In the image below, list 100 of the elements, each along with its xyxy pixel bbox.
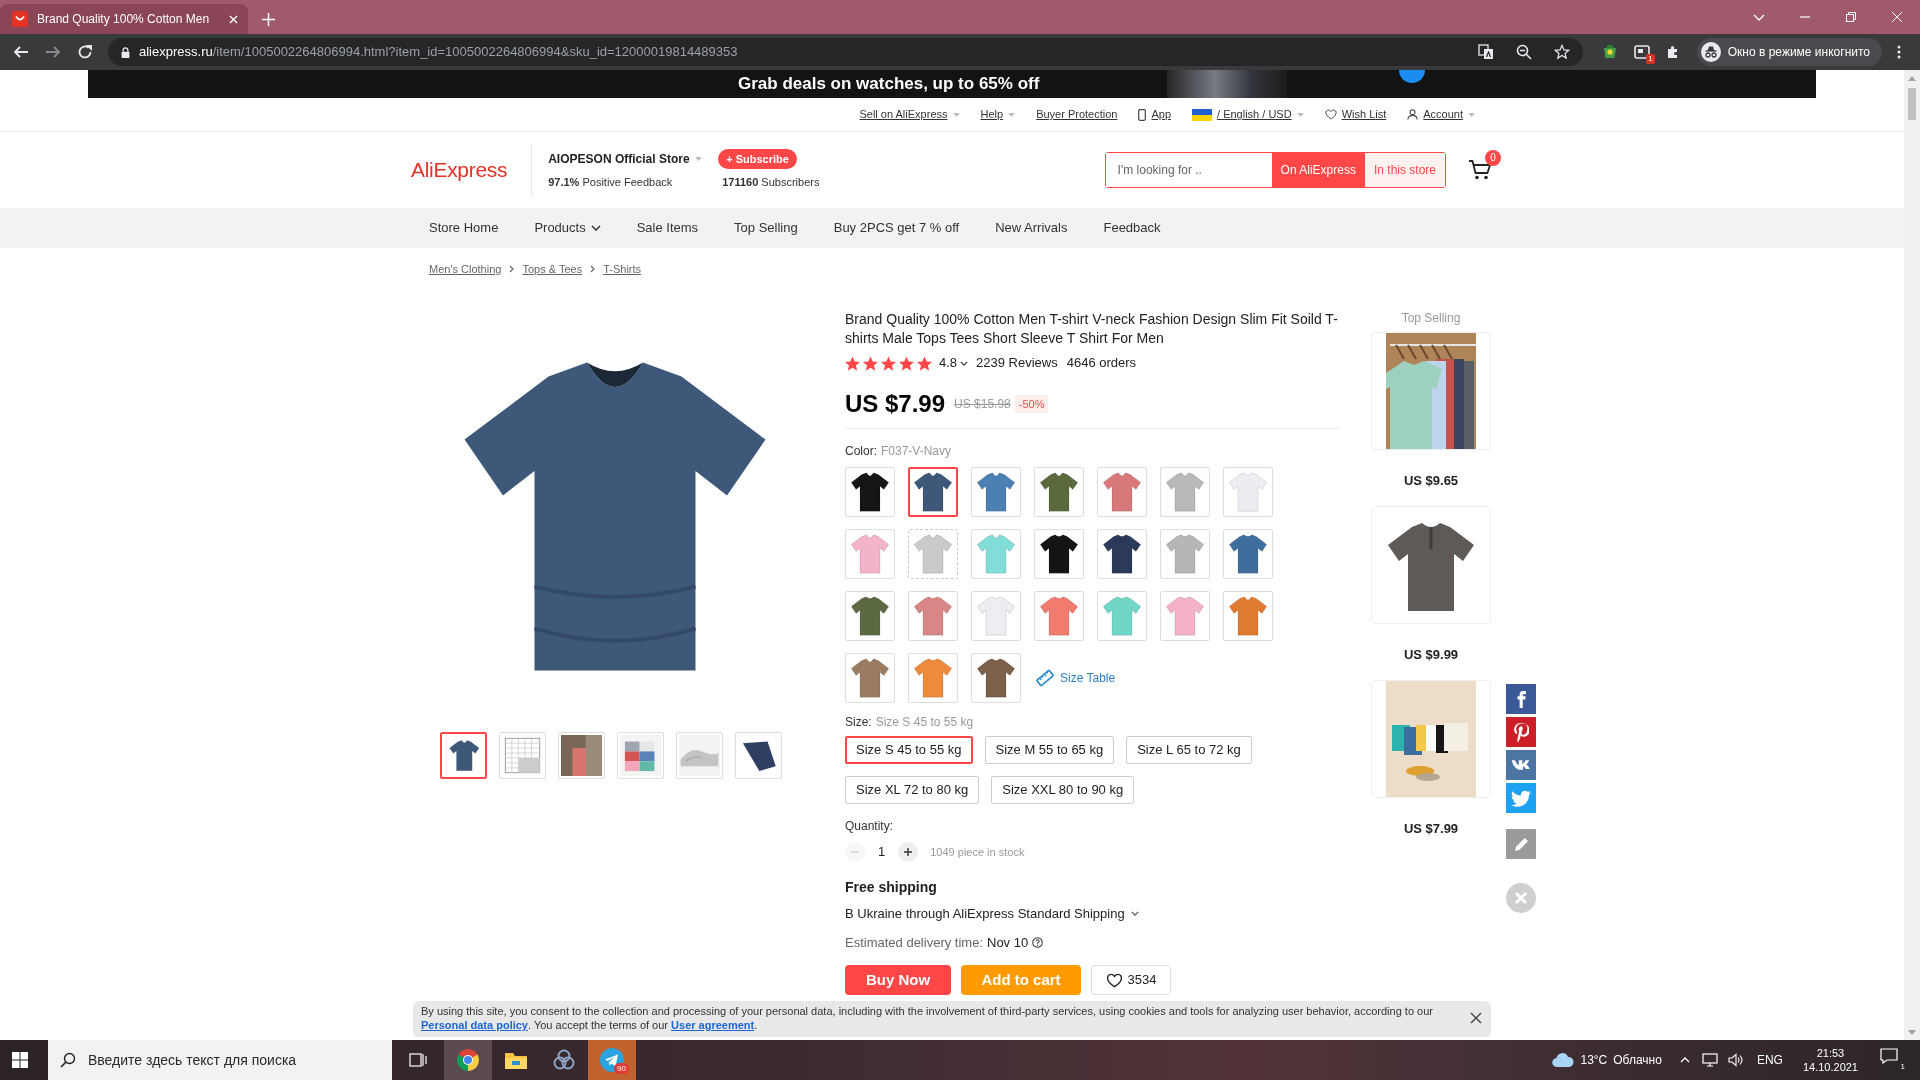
- new-tab-button[interactable]: [262, 13, 275, 26]
- share-button[interactable]: [1506, 783, 1536, 813]
- flag-icon: [1192, 108, 1213, 121]
- quantity-value: 1: [878, 843, 886, 862]
- photo-placeholder: [561, 735, 602, 776]
- zoom-icon: [1515, 44, 1532, 60]
- size-option[interactable]: Size M 55 to 65 kg: [984, 736, 1115, 764]
- taskbar-search-field[interactable]: Введите здесь текст для поиска: [48, 1040, 392, 1080]
- scrollbar-thumb[interactable]: [1908, 88, 1916, 120]
- policy-link[interactable]: Personal data policy: [421, 1019, 528, 1031]
- speech-bubble-icon: [1880, 1048, 1898, 1064]
- gallery-thumbnail[interactable]: [440, 732, 487, 779]
- size-option[interactable]: Size XXL 80 to 90 kg: [991, 776, 1135, 804]
- size-option[interactable]: Size XL 72 to 80 kg: [845, 776, 980, 804]
- top-selling-title: Top Selling: [1401, 310, 1461, 326]
- product-card[interactable]: [1371, 332, 1491, 450]
- input-language[interactable]: ENG: [1756, 1051, 1783, 1069]
- size-table-link[interactable]: Size Table: [1036, 669, 1116, 687]
- close-button[interactable]: [1470, 1012, 1482, 1024]
- rating-score: 4.8: [939, 354, 958, 373]
- product-price: US $9.65: [1403, 472, 1459, 490]
- top-bar-link[interactable]: Sell on AliExpress: [859, 106, 960, 123]
- promo-text: Grab deals on watches, up to 65% off: [738, 73, 1040, 96]
- top-bar-link[interactable]: Help: [980, 106, 1016, 123]
- profile-button[interactable]: Окно в режиме инкогнито: [1696, 38, 1882, 66]
- star-icon: [1553, 44, 1570, 60]
- extension-icon: [1601, 44, 1618, 60]
- clock-date[interactable]: 14.10.2021: [1802, 1060, 1858, 1074]
- star-icon: [917, 355, 932, 371]
- star-icon: [863, 355, 878, 371]
- tab-close-button[interactable]: [229, 14, 238, 24]
- store-menu-item[interactable]: Buy 2PCS get 7 % off: [833, 218, 960, 238]
- wishlist-button[interactable]: 3534: [1091, 965, 1171, 995]
- extension-badge: 1: [1646, 54, 1655, 64]
- share-button[interactable]: [1506, 717, 1536, 747]
- store-name[interactable]: AIOPESON Official Store: [548, 150, 719, 169]
- original-price: US $15.98: [954, 396, 1011, 413]
- lock-icon: [120, 45, 131, 59]
- share-button[interactable]: [1506, 750, 1536, 780]
- notification-center-button[interactable]: 1: [1880, 1048, 1906, 1072]
- top-bar-link[interactable]: App: [1138, 106, 1172, 123]
- close-icon: [1470, 1012, 1482, 1024]
- extension-button[interactable]: 1: [1626, 37, 1657, 67]
- store-logo[interactable]: AliExpress: [411, 154, 508, 186]
- delivery-label: Estimated delivery time:: [845, 933, 983, 952]
- store-menu-item[interactable]: Sale Items: [636, 218, 699, 238]
- address-bar[interactable]: aliexpress.ru/item/1005002264806994.html?item_id=1005002264806994&sku_id=12000019814489353: [108, 38, 1583, 66]
- size-option[interactable]: Size L 65 to 72 kg: [1126, 736, 1252, 764]
- browser-tab[interactable]: Brand Quality 100% Cotton Men: [0, 4, 248, 34]
- network-icon[interactable]: [1701, 1053, 1718, 1067]
- product-card[interactable]: [1371, 506, 1491, 624]
- quantity-label: Quantity:: [845, 820, 894, 833]
- person-icon: [1407, 109, 1419, 120]
- chevron-down-icon: [960, 360, 969, 366]
- pinterest-icon: [1513, 722, 1529, 742]
- volume-icon[interactable]: [1727, 1053, 1743, 1067]
- top-bar-link[interactable]: / English / USD: [1192, 106, 1304, 123]
- arrow-left-icon: [13, 44, 29, 60]
- store-menu-item[interactable]: Products: [534, 218, 601, 238]
- pencil-icon: [1514, 837, 1528, 851]
- browser-icon: [456, 1048, 480, 1072]
- size-option[interactable]: Size S 45 to 55 kg: [845, 736, 973, 764]
- breadcrumb-link[interactable]: Tops & Tees: [522, 260, 583, 278]
- store-menu-item[interactable]: New Arrivals: [995, 218, 1068, 238]
- chevron-down-icon: [1753, 13, 1765, 21]
- stock-info: 1049 piece in stock: [930, 844, 1025, 860]
- caret-down-icon: [952, 112, 960, 117]
- cookie-notice-text: By using this site, you consent to the collection and processing of your personal data, including with the involvement of third-party services, using cookies and tools for analyzing user behavior, according to our Personal data policy. You accept the terms of our User agreement.: [421, 1004, 1434, 1032]
- search-icon: [60, 1052, 76, 1068]
- top-bar-link[interactable]: Buyer Protection: [1036, 106, 1118, 123]
- subscriber-count: 171160 Subscribers: [721, 175, 820, 191]
- heart-icon: [1324, 109, 1337, 120]
- product-card[interactable]: [1371, 680, 1491, 798]
- share-button[interactable]: [1506, 684, 1536, 714]
- chevron-up-icon[interactable]: [1679, 1057, 1690, 1063]
- star-icon: [899, 355, 914, 371]
- cart-button[interactable]: [1468, 159, 1492, 181]
- heart-icon: [1105, 972, 1123, 988]
- breadcrumb-link[interactable]: Men's Clothing: [429, 260, 502, 278]
- size-label: Size:: [845, 716, 872, 729]
- reviews-count[interactable]: 2239 Reviews: [976, 353, 1058, 373]
- taskbar-app-button[interactable]: [444, 1040, 492, 1080]
- clock-time[interactable]: 21:53: [1816, 1046, 1845, 1060]
- top-bar-link[interactable]: Wish List: [1324, 106, 1387, 123]
- product-price: US $9.99: [1403, 646, 1459, 664]
- size-chart-photo: [502, 735, 543, 776]
- notification-badge: 90: [614, 1063, 629, 1074]
- edit-button[interactable]: [1506, 829, 1536, 859]
- taskbar-search-input[interactable]: Введите здесь текст для поиска: [88, 1049, 392, 1071]
- product-title: Brand Quality 100% Cotton Men T-shirt V-neck Fashion Design Slim Fit Soild T-shirts Male Tops Tees Short Sleeve T Shirt For Men: [845, 310, 1339, 348]
- store-menu-item[interactable]: Top Selling: [734, 218, 798, 238]
- increase-button[interactable]: [898, 842, 919, 862]
- top-bar-link[interactable]: Account: [1407, 106, 1475, 123]
- store-menu-item[interactable]: Feedback: [1103, 218, 1161, 238]
- breadcrumb-link[interactable]: T-Shirts: [603, 260, 642, 278]
- shipping-method-selector[interactable]: В Ukraine through AliExpress Standard Shipping: [845, 904, 1139, 924]
- cloud-icon: [1552, 1053, 1575, 1067]
- cart-icon: [1468, 159, 1492, 181]
- taskbar-app-button[interactable]: 90: [588, 1040, 636, 1080]
- store-menu-item[interactable]: Store Home: [429, 218, 499, 238]
